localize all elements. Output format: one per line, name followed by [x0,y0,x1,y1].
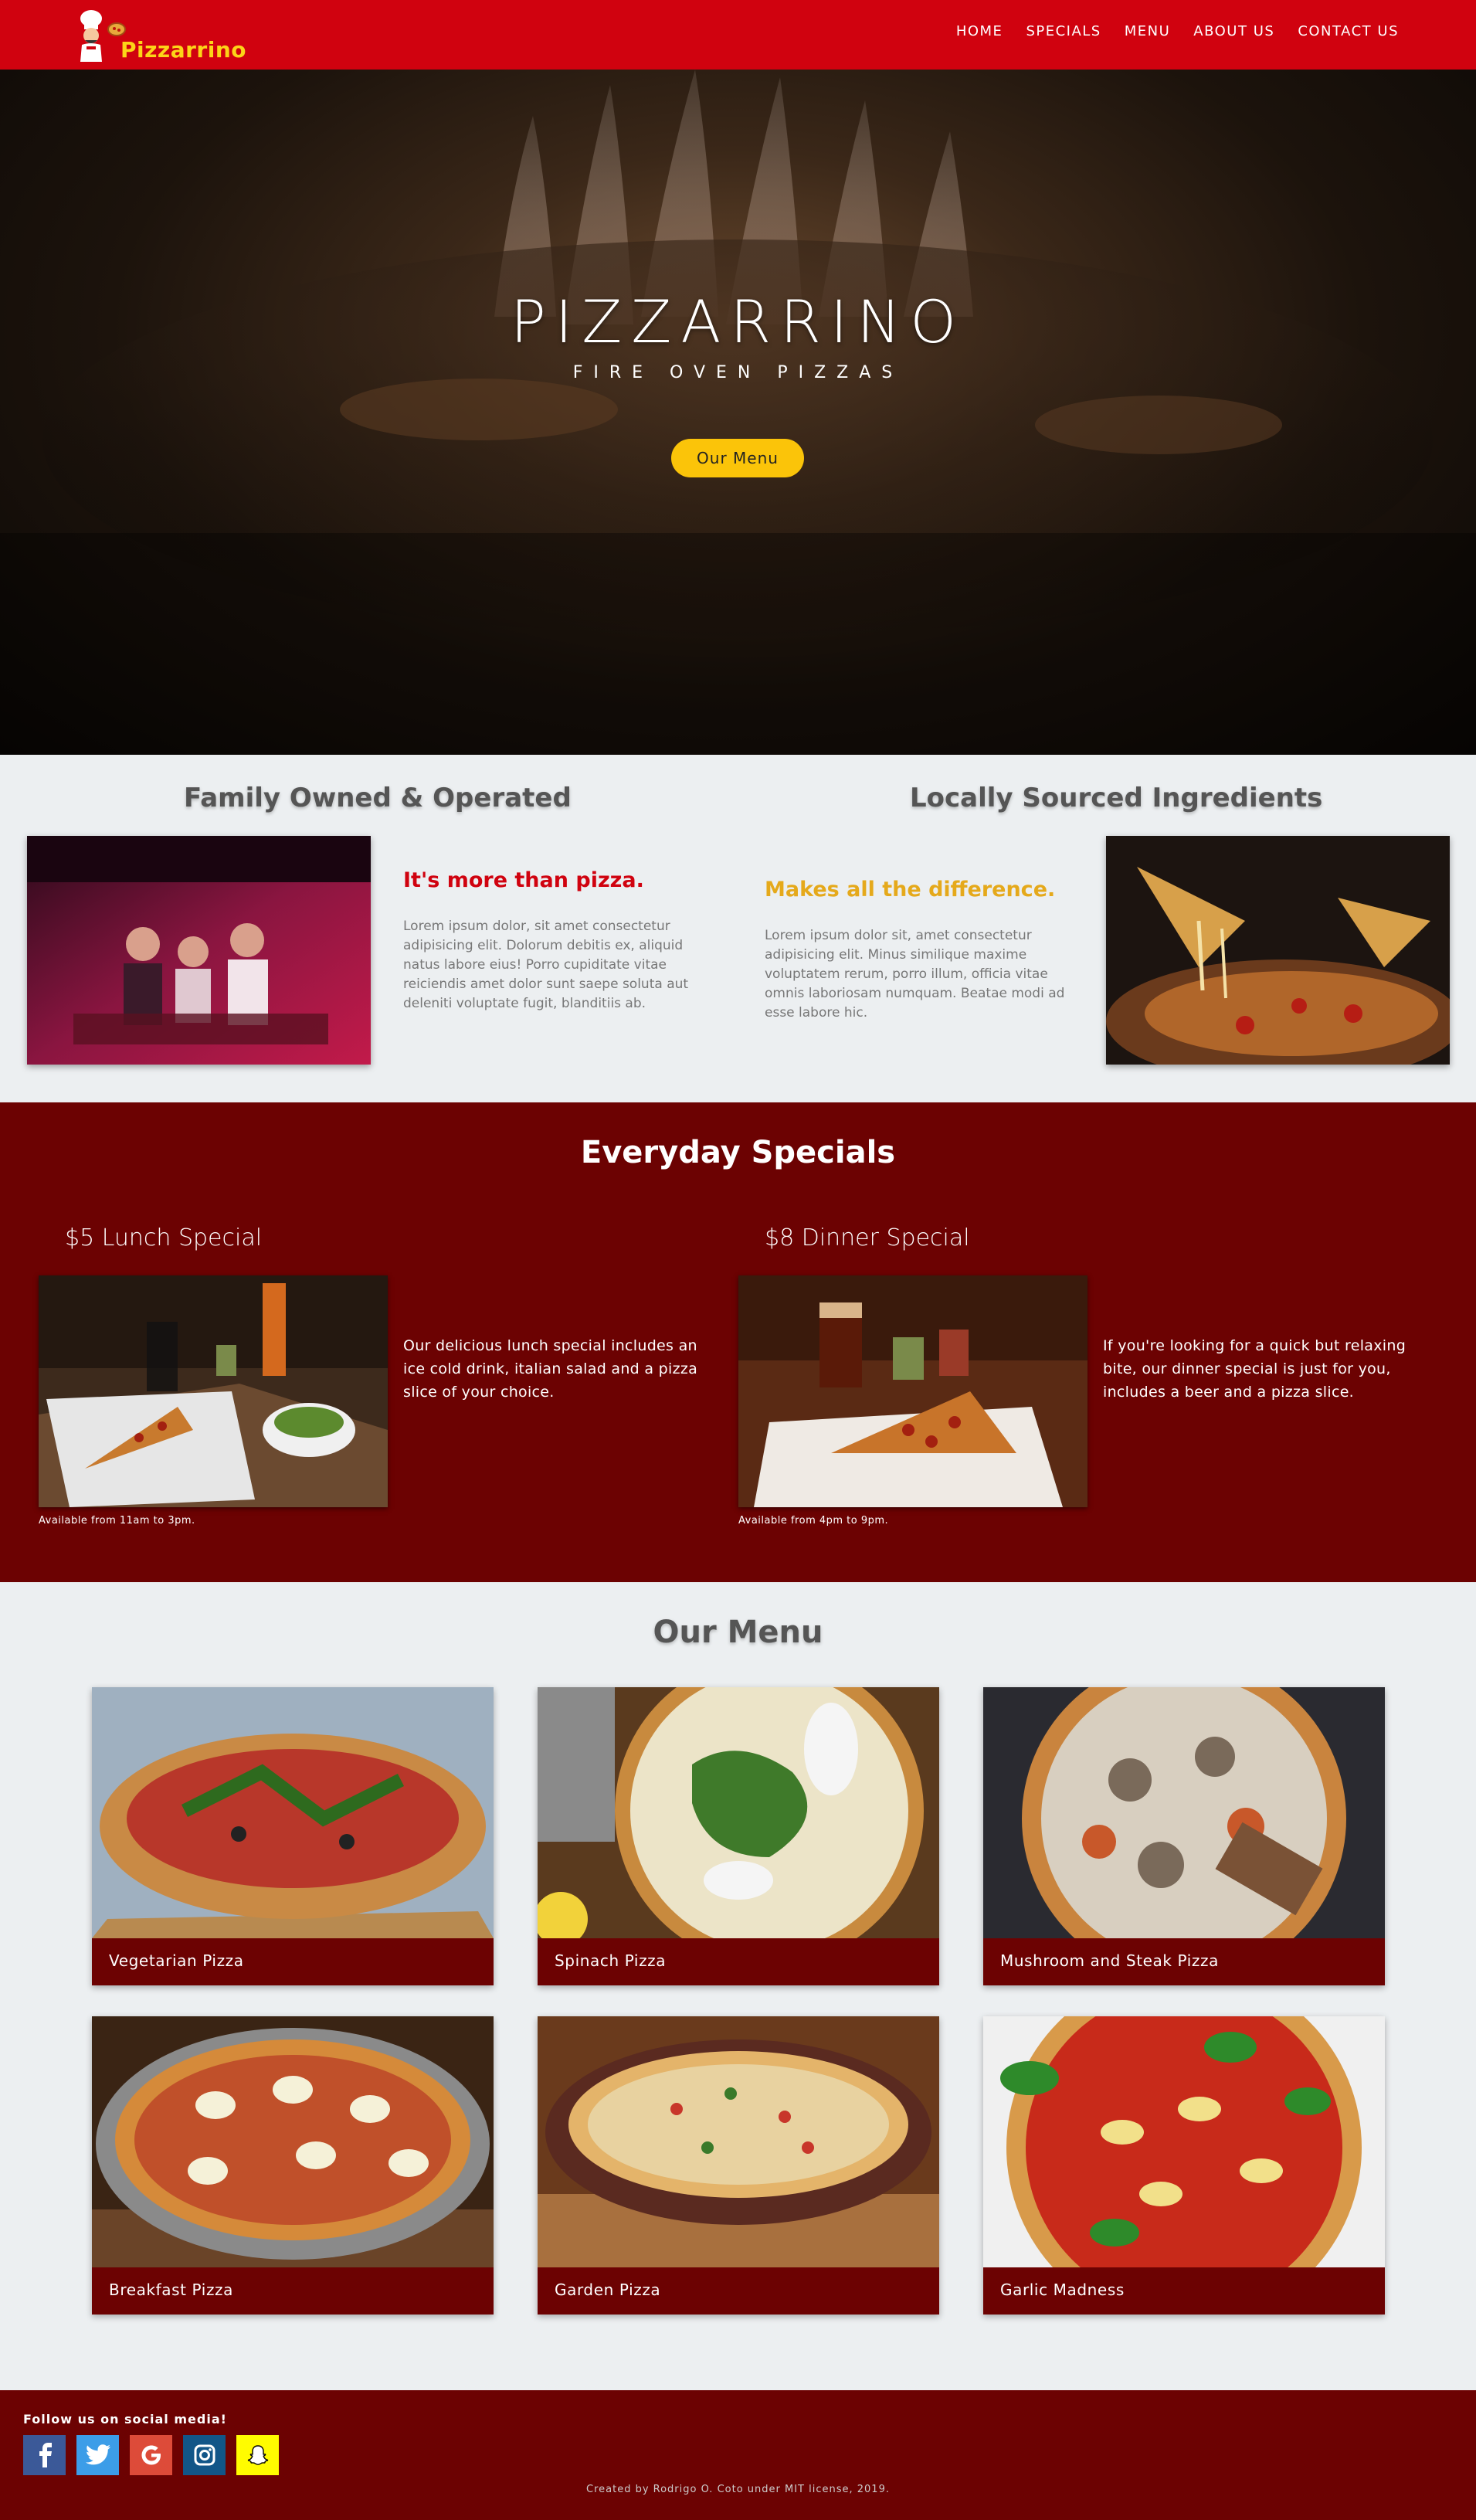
menu-card-spinach[interactable]: Spinach Pizza [538,1687,939,1985]
nav-about-us[interactable]: ABOUT US [1193,23,1274,39]
about-section: Family Owned & Operated It's more than p… [0,755,1476,1102]
mushroom-steak-pizza-image [983,1687,1385,1938]
nav-menu[interactable]: MENU [1125,23,1171,39]
our-menu-button[interactable]: Our Menu [671,439,804,477]
main-nav: HOME SPECIALS MENU ABOUT US CONTACT US [956,23,1399,39]
left-text: Lorem ipsum dolor, sit amet consectetur … [403,919,689,1011]
menu-item-label: Garlic Madness [1000,2281,1125,2299]
menu-card-garden[interactable]: Garden Pizza [538,2016,939,2315]
social-links [23,2435,279,2475]
dinner-special-title: $8 Dinner Special [765,1224,970,1252]
follow-us-text: Follow us on social media! [23,2412,227,2427]
hero-title: PIZZARRINO [510,287,966,356]
menu-card-breakfast[interactable]: Breakfast Pizza [92,2016,494,2315]
menu-section: Our Menu Vegetarian Pizza Spinach Pizza … [0,1582,1476,2390]
navbar: Pizzarrino HOME SPECIALS MENU ABOUT US C… [0,0,1476,70]
credit-text: Created by Rodrigo O. Coto under MIT lic… [586,2484,890,2495]
specials-section: Everyday Specials $5 Lunch Special Our d… [0,1102,1476,1582]
snapchat-icon[interactable] [236,2435,279,2475]
family-owned-heading: Family Owned & Operated [184,783,572,813]
menu-item-label: Garden Pizza [555,2281,661,2299]
menu-card-mushroom-steak[interactable]: Mushroom and Steak Pizza [983,1687,1385,1985]
lunch-special-desc: Our delicious lunch special includes an … [403,1337,698,1401]
garlic-madness-pizza-image [983,2016,1385,2267]
dinner-special-note: Available from 4pm to 9pm. [738,1515,889,1527]
menu-item-label: Mushroom and Steak Pizza [1000,1951,1219,1970]
menu-card-vegetarian[interactable]: Vegetarian Pizza [92,1687,494,1985]
nav-contact-us[interactable]: CONTACT US [1298,23,1399,39]
garden-pizza-image [538,2016,939,2267]
brand-name: Pizzarrino [120,37,246,63]
facebook-icon[interactable] [23,2435,66,2475]
menu-item-label: Spinach Pizza [555,1951,667,1970]
vegetarian-pizza-image [92,1687,494,1938]
menu-item-label: Vegetarian Pizza [109,1951,244,1970]
breakfast-pizza-image [92,2016,494,2267]
spinach-pizza-image [538,1687,939,1938]
brand-logo[interactable]: Pizzarrino [74,6,252,65]
google-icon[interactable] [130,2435,172,2475]
ingredients-photo [1106,836,1450,1065]
lunch-special-photo [39,1275,388,1507]
family-photo [27,836,371,1065]
menu-card-garlic-madness[interactable]: Garlic Madness [983,2016,1385,2315]
dinner-special-desc: If you're looking for a quick but relaxi… [1103,1337,1406,1401]
left-tagline: It's more than pizza. [403,868,644,892]
hero-subtitle: FIRE OVEN PIZZAS [572,363,904,382]
nav-home[interactable]: HOME [956,23,1003,39]
nav-specials[interactable]: SPECIALS [1026,23,1101,39]
right-tagline: Makes all the difference. [765,878,1056,902]
menu-heading: Our Menu [653,1615,823,1650]
hero-section: PIZZARRINO FIRE OVEN PIZZAS Our Menu [0,70,1476,755]
footer: Follow us on social media! Created by Ro… [0,2390,1476,2520]
locally-sourced-heading: Locally Sourced Ingredients [910,783,1323,813]
twitter-icon[interactable] [76,2435,119,2475]
hero-background-image [0,70,1476,755]
right-text: Lorem ipsum dolor sit, amet consectetur … [765,928,1065,1021]
dinner-special-photo [738,1275,1087,1507]
specials-heading: Everyday Specials [580,1135,896,1170]
instagram-icon[interactable] [183,2435,226,2475]
lunch-special-title: $5 Lunch Special [65,1224,263,1252]
menu-item-label: Breakfast Pizza [109,2281,233,2299]
lunch-special-note: Available from 11am to 3pm. [39,1515,195,1527]
